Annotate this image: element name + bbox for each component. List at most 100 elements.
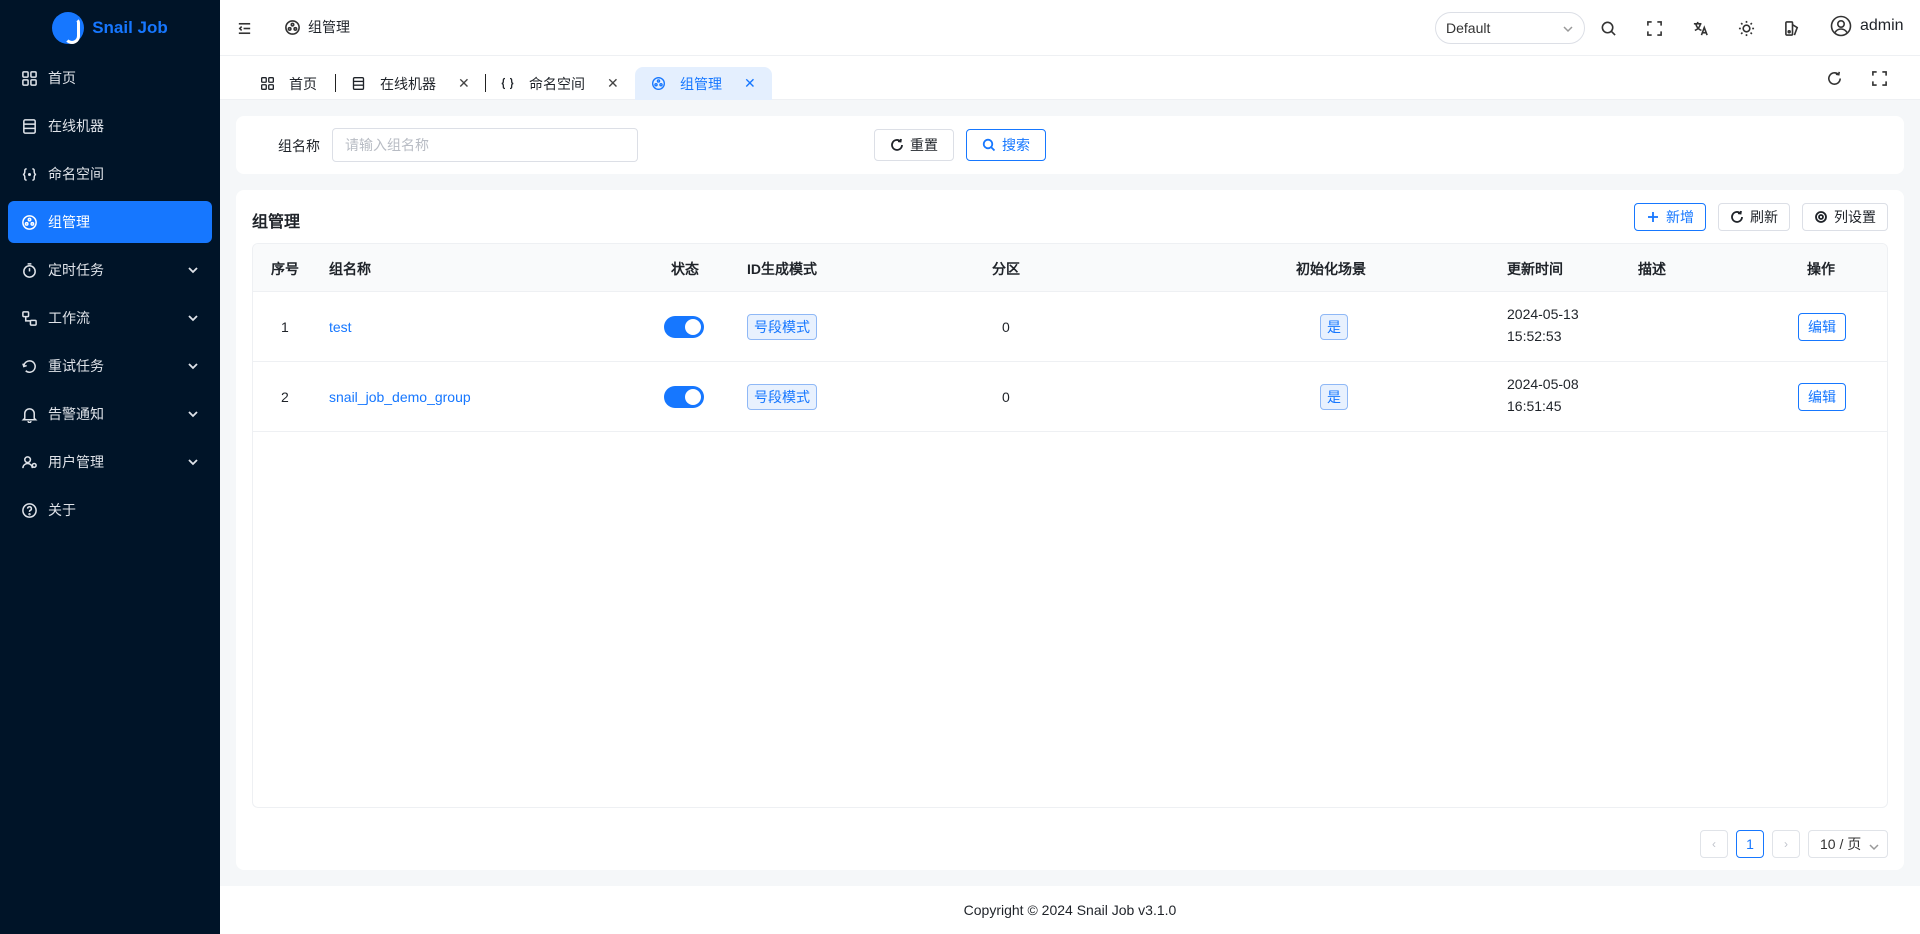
translate-icon[interactable] [1690,18,1710,38]
user-menu[interactable]: admin [1830,15,1904,37]
refresh-button[interactable]: 刷新 [1718,203,1790,231]
edit-button[interactable]: 编辑 [1798,383,1846,411]
status-toggle[interactable] [664,316,704,338]
tab-namespace[interactable]: 命名空间 ✕ [500,67,619,100]
sidebar-item-scheduled-tasks[interactable]: 定时任务 [8,249,212,291]
id-mode-tag: 号段模式 [747,314,817,340]
sidebar-item-user-management[interactable]: 用户管理 [8,441,212,483]
app-logo[interactable]: Snail Job [0,0,220,56]
page-number-button[interactable]: 1 [1736,830,1764,858]
sidebar-item-workflow[interactable]: 工作流 [8,297,212,339]
group-name-input[interactable] [332,128,638,162]
sidebar-item-label: 重试任务 [48,358,104,374]
sidebar-item-label: 告警通知 [48,406,104,422]
search-icon[interactable] [1598,18,1618,38]
column-settings-label: 列设置 [1834,209,1876,225]
status-toggle[interactable] [664,386,704,408]
next-page-button[interactable]: › [1772,830,1800,858]
bell-icon [20,405,38,423]
tab-online-machines[interactable]: 在线机器 ✕ [351,67,470,100]
sidebar-item-about[interactable]: 关于 [8,489,212,531]
sidebar-item-label: 关于 [48,502,76,518]
sidebar-item-label: 首页 [48,70,76,86]
fullscreen-icon[interactable] [1644,18,1664,38]
close-icon[interactable]: ✕ [744,75,756,92]
search-button-label: 搜索 [1002,137,1030,153]
page-size-value: 10 / 页 [1820,836,1862,852]
table-row: 1 test 号段模式 0 是 2024-05-13 15:52:53 编辑 [253,292,1887,362]
top-header: 组管理 Default admin [220,0,1920,56]
dashboard-icon [20,69,38,87]
users-icon [20,453,38,471]
column-settings-button[interactable]: 列设置 [1802,203,1888,231]
column-header-description: 描述 [1638,261,1666,277]
sidebar-item-group-management[interactable]: 组管理 [8,201,212,243]
partition-value: 0 [1002,389,1010,405]
namespace-select[interactable]: Default [1435,12,1585,44]
menu-collapse-icon[interactable] [234,18,254,38]
theme-config-icon[interactable] [1782,18,1802,38]
column-header-group-name: 组名称 [329,261,371,277]
dashboard-icon [261,77,274,90]
table-row: 2 snail_job_demo_group 号段模式 0 是 2024-05-… [253,362,1887,432]
group-name-link[interactable]: test [329,319,352,335]
group-table: 序号 组名称 状态 ID生成模式 分区 初始化场景 更新时间 描述 操作 1 t… [252,243,1888,808]
fullscreen-icon[interactable] [1871,70,1888,90]
breadcrumb-label: 组管理 [308,19,350,35]
tab-group-management[interactable]: 组管理 ✕ [635,67,772,100]
column-header-id-mode: ID生成模式 [747,261,817,277]
column-header-init-scene: 初始化场景 [1296,261,1366,277]
row-index: 2 [281,389,289,405]
refresh-icon [1731,210,1743,223]
sidebar-item-label: 用户管理 [48,454,104,470]
group-name-link[interactable]: snail_job_demo_group [329,389,471,405]
chevron-down-icon [186,455,200,469]
snail-logo-icon [52,12,85,44]
column-header-index: 序号 [271,261,299,277]
sidebar-menu: 首页 在线机器 命名空间 组管理 定时任务 工作流 重试任务 告警通知 用户管理… [0,57,220,531]
search-button[interactable]: 搜索 [966,129,1046,161]
footer: Copyright © 2024 Snail Job v3.1.0 [220,886,1920,934]
card-title: 组管理 [252,214,301,231]
add-button-label: 新增 [1666,209,1694,225]
sidebar-item-online-machines[interactable]: 在线机器 [8,105,212,147]
chevron-down-icon [1869,839,1879,855]
sun-icon[interactable] [1736,18,1756,38]
server-icon [20,117,38,135]
sidebar-item-label: 定时任务 [48,262,104,278]
chevron-down-icon [186,359,200,373]
app-name: Snail Job [92,18,168,37]
namespace-select-value: Default [1446,20,1491,36]
breadcrumb[interactable]: 组管理 [282,17,350,37]
user-avatar-icon [1830,15,1852,37]
page-size-select[interactable]: 10 / 页 [1808,830,1888,858]
partition-value: 0 [1002,319,1010,335]
close-icon[interactable]: ✕ [458,75,470,92]
column-header-partition: 分区 [992,261,1020,277]
updated-date: 2024-05-13 [1507,306,1579,322]
updated-time: 16:51:45 [1507,398,1562,414]
group-table-card: 组管理 新增 刷新 列设置 序号 组名称 状态 ID生成模式 分区 初始化场景 … [236,190,1904,870]
table-header: 序号 组名称 状态 ID生成模式 分区 初始化场景 更新时间 描述 操作 [253,244,1887,292]
user-name: admin [1860,17,1904,34]
prev-page-button[interactable]: ‹ [1700,830,1728,858]
init-scene-tag: 是 [1320,384,1348,410]
sidebar-item-alert-notification[interactable]: 告警通知 [8,393,212,435]
close-icon[interactable]: ✕ [607,75,619,92]
chevron-down-icon [186,311,200,325]
add-button[interactable]: 新增 [1634,203,1706,231]
plus-icon [1648,212,1658,222]
sidebar-item-retry-tasks[interactable]: 重试任务 [8,345,212,387]
sidebar-item-home[interactable]: 首页 [8,57,212,99]
edit-button[interactable]: 编辑 [1798,313,1846,341]
reload-icon[interactable] [1826,70,1843,90]
reset-button[interactable]: 重置 [874,129,954,161]
updated-time: 15:52:53 [1507,328,1562,344]
refresh-button-label: 刷新 [1750,209,1778,225]
sidebar-item-label: 在线机器 [48,118,104,134]
sidebar-item-namespace[interactable]: 命名空间 [8,153,212,195]
tab-divider [335,74,336,92]
retry-icon [20,357,38,375]
sidebar-item-label: 组管理 [48,214,90,230]
tab-home[interactable]: 首页 [260,67,317,100]
